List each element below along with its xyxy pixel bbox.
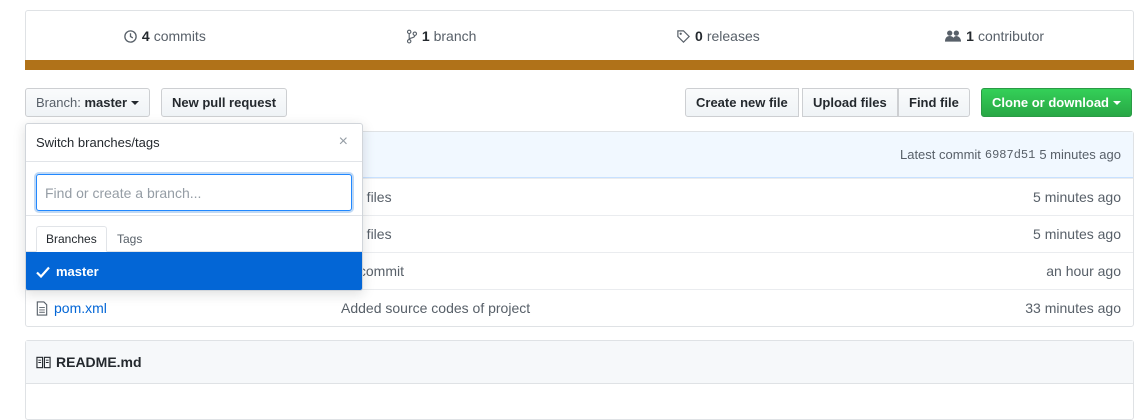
- repo-summary: 4 commits 1 branch 0 releases 1 contribu…: [25, 10, 1134, 70]
- commits-count: 4: [141, 28, 150, 44]
- commits-link[interactable]: 4 commits: [26, 28, 303, 44]
- history-icon: [123, 29, 138, 44]
- dropdown-header: Switch branches/tags ×: [26, 124, 362, 162]
- readme-header: README.md: [26, 341, 1133, 384]
- file-name: pom.xml: [54, 300, 107, 316]
- releases-count: 0: [695, 28, 703, 44]
- close-icon[interactable]: ×: [339, 134, 348, 150]
- git-branch-icon: [406, 29, 418, 44]
- commit-sha-link[interactable]: 6987d51: [985, 148, 1035, 162]
- contributors-count: 1: [966, 28, 974, 44]
- branch-filter: [26, 162, 362, 216]
- latest-commit-age: 5 minutes ago: [1039, 147, 1121, 162]
- new-pull-request-button[interactable]: New pull request: [161, 88, 288, 117]
- dropdown-title: Switch branches/tags: [36, 135, 160, 150]
- file-age: 5 minutes ago: [1033, 226, 1121, 242]
- clone-label: Clone or download: [992, 95, 1109, 110]
- branch-switcher-dropdown: Switch branches/tags × Branches Tags mas…: [25, 123, 363, 291]
- language-bar: [25, 60, 1134, 70]
- releases-link[interactable]: 0 releases: [580, 28, 857, 44]
- tab-branches[interactable]: Branches: [36, 226, 107, 252]
- file-age: 33 minutes ago: [1025, 300, 1121, 316]
- file-age: 5 minutes ago: [1033, 189, 1121, 205]
- tab-tags[interactable]: Tags: [108, 226, 151, 252]
- book-icon: [36, 356, 51, 369]
- find-file-button[interactable]: Find file: [898, 88, 970, 117]
- file-name-link[interactable]: pom.xml: [36, 300, 107, 316]
- releases-label: releases: [706, 28, 760, 44]
- branch-name: master: [84, 95, 128, 110]
- branch-search-input[interactable]: [36, 174, 352, 211]
- branch-item-master[interactable]: master: [26, 252, 362, 290]
- contributors-link[interactable]: 1 contributor: [856, 28, 1133, 44]
- commits-label: commits: [153, 28, 206, 44]
- clone-or-download-button[interactable]: Clone or download: [981, 88, 1132, 117]
- branch-tabs: Branches Tags: [26, 216, 362, 252]
- branch-select-button[interactable]: Branch: master: [25, 88, 151, 117]
- branches-label: branch: [433, 28, 477, 44]
- people-icon: [945, 29, 962, 43]
- latest-commit-prefix: Latest commit: [899, 147, 981, 162]
- commit-message-link[interactable]: Added source codes of project: [341, 300, 530, 316]
- chevron-down-icon: [131, 100, 140, 105]
- contributors-label: contributor: [977, 28, 1045, 44]
- file-icon: [36, 300, 48, 316]
- branch-item-label: master: [56, 264, 99, 279]
- table-row: pom.xml Added source codes of project 33…: [26, 289, 1133, 326]
- readme-title: README.md: [56, 354, 142, 370]
- check-icon: [36, 266, 50, 278]
- tag-icon: [676, 29, 691, 44]
- file-age: an hour ago: [1046, 263, 1121, 279]
- create-new-file-button[interactable]: Create new file: [685, 88, 799, 117]
- chevron-down-icon: [1113, 100, 1121, 105]
- readme-panel: README.md: [25, 340, 1134, 420]
- upload-files-button[interactable]: Upload files: [802, 88, 898, 117]
- branch-prefix: Branch:: [36, 95, 81, 110]
- branches-link[interactable]: 1 branch: [303, 28, 580, 44]
- branches-count: 1: [421, 28, 430, 44]
